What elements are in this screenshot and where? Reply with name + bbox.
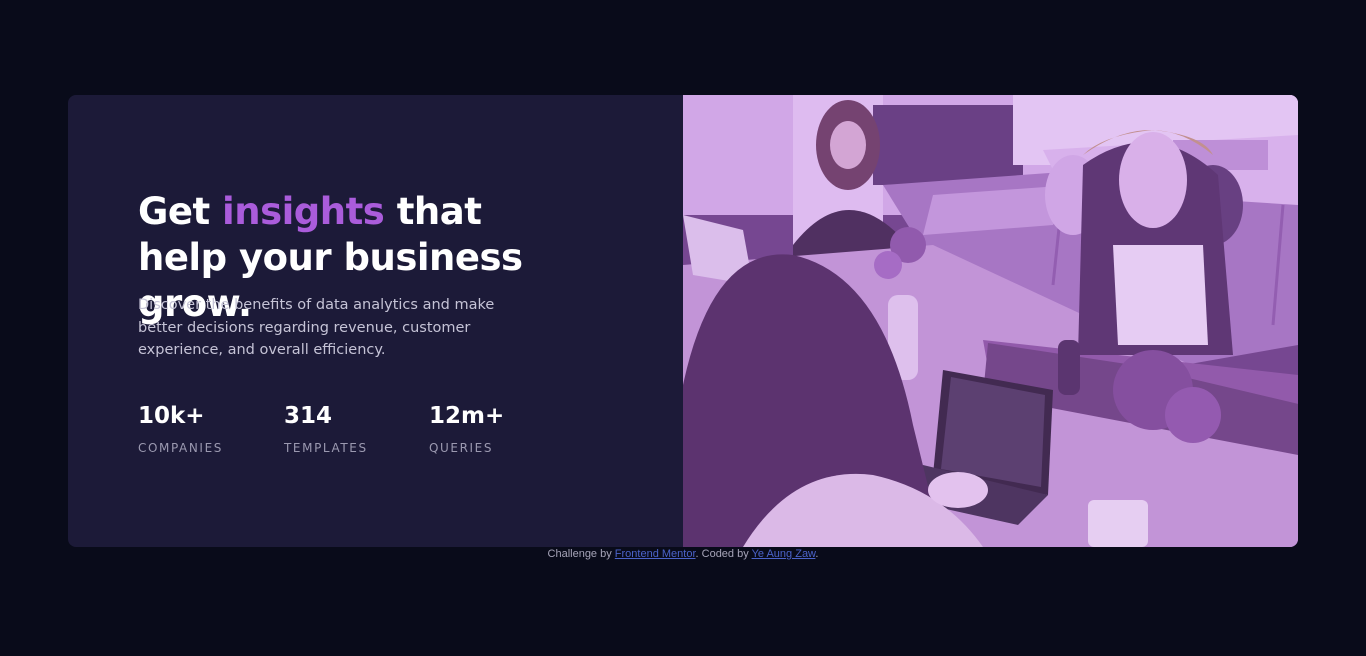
stats-preview-card: Get insights that help your business gro… bbox=[68, 95, 1298, 547]
stat-label: TEMPLATES bbox=[284, 441, 368, 455]
attribution-suffix: . bbox=[815, 548, 819, 560]
card-content: Get insights that help your business gro… bbox=[68, 95, 683, 547]
description: Discover the benefits of data analytics … bbox=[138, 297, 495, 358]
headline-accent: insights bbox=[222, 190, 385, 233]
stat-label: COMPANIES bbox=[138, 441, 223, 455]
stats-row: 10k+ COMPANIES 314 TEMPLATES 12m+ QUERIE… bbox=[138, 401, 549, 456]
stat-label: QUERIES bbox=[429, 441, 494, 455]
stat-value: 12m+ bbox=[429, 403, 505, 429]
author-link[interactable]: Ye Aung Zaw bbox=[752, 548, 816, 560]
stat-queries: 12m+ QUERIES bbox=[429, 401, 549, 456]
stat-companies: 10k+ COMPANIES bbox=[138, 401, 284, 456]
attribution: Challenge by Frontend Mentor. Coded by Y… bbox=[0, 547, 1366, 561]
attribution-prefix: Challenge by bbox=[547, 548, 615, 560]
office-photo-illustration bbox=[683, 95, 1298, 547]
stat-value: 314 bbox=[284, 403, 333, 429]
stat-value: 10k+ bbox=[138, 403, 205, 429]
attribution-middle: . Coded by bbox=[695, 548, 752, 560]
frontend-mentor-link[interactable]: Frontend Mentor bbox=[615, 548, 696, 560]
office-team-photo bbox=[683, 95, 1298, 547]
headline-start: Get bbox=[138, 190, 223, 233]
page: Get insights that help your business gro… bbox=[0, 0, 1366, 656]
stat-templates: 314 TEMPLATES bbox=[284, 401, 429, 456]
